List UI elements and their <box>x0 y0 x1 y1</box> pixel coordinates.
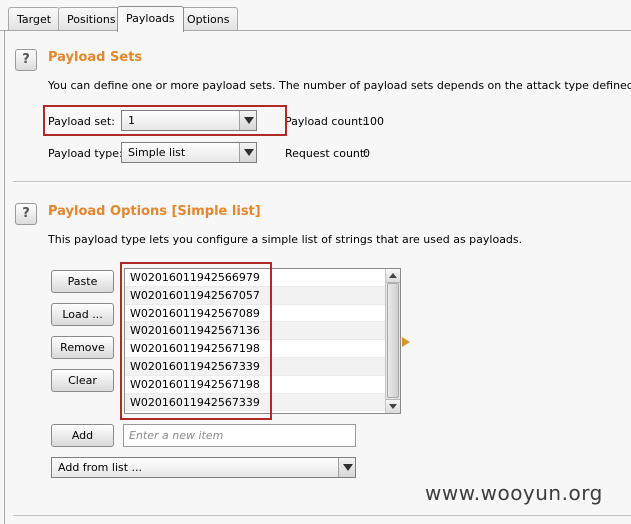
new-item-input[interactable]: Enter a new item <box>123 424 356 447</box>
payloads-panel: ? Payload Sets You can define one or mor… <box>4 31 631 524</box>
payload-set-select[interactable]: 1 <box>121 110 257 131</box>
load-button[interactable]: Load ... <box>51 303 114 326</box>
request-count-value: 0 <box>363 147 370 160</box>
payload-count-value: 100 <box>363 115 384 128</box>
tab-options[interactable]: Options <box>178 7 239 31</box>
tab-target[interactable]: Target <box>8 7 61 31</box>
add-from-list-value: Add from list ... <box>58 461 143 474</box>
chevron-down-icon <box>239 111 256 130</box>
payload-count-label: Payload count: <box>285 115 367 128</box>
add-button[interactable]: Add <box>51 424 114 447</box>
list-item[interactable]: W02016011942567198 <box>125 340 400 358</box>
help-icon[interactable]: ? <box>15 203 37 225</box>
list-item[interactable]: W02016011942567198 <box>125 376 400 394</box>
payload-sets-title: Payload Sets <box>48 50 143 65</box>
payload-sets-description: You can define one or more payload sets.… <box>48 79 631 92</box>
chevron-down-icon <box>338 458 355 477</box>
scroll-up-icon[interactable] <box>386 269 400 283</box>
tab-bar: Target Positions Payloads Options <box>0 0 631 32</box>
tab-payloads[interactable]: Payloads <box>117 6 184 32</box>
request-count-label: Request count: <box>285 147 368 160</box>
payload-options-description: This payload type lets you configure a s… <box>48 233 523 246</box>
add-from-list-select[interactable]: Add from list ... <box>51 457 356 478</box>
paste-button[interactable]: Paste <box>51 270 114 293</box>
list-item[interactable]: W02016011942567057 <box>125 286 400 305</box>
scroll-down-icon[interactable] <box>386 399 400 413</box>
list-item[interactable]: W02016011942567339 <box>125 357 400 376</box>
list-item[interactable]: W02016011942566979 <box>125 269 400 287</box>
payload-type-value: Simple list <box>128 146 186 159</box>
clear-button[interactable]: Clear <box>51 369 114 392</box>
help-icon[interactable]: ? <box>15 49 37 71</box>
list-item[interactable]: W02016011942567089 <box>125 305 400 323</box>
payload-type-label: Payload type: <box>48 147 123 160</box>
payload-type-select[interactable]: Simple list <box>121 142 257 163</box>
section-divider <box>13 515 631 516</box>
chevron-down-icon <box>239 143 256 162</box>
scroll-thumb[interactable] <box>387 283 399 398</box>
section-divider-shadow <box>13 182 631 183</box>
payload-set-value: 1 <box>128 114 135 127</box>
payload-options-title: Payload Options [Simple list] <box>48 204 261 219</box>
payload-list[interactable]: W02016011942566979 W02016011942567057 W0… <box>124 268 401 414</box>
list-item[interactable]: W02016011942567136 <box>125 322 400 341</box>
expand-arrow-icon[interactable] <box>402 337 410 347</box>
payload-set-label: Payload set: <box>48 115 115 128</box>
list-item[interactable]: W02016011942567339 <box>125 393 400 412</box>
watermark-text: www.wooyun.org <box>425 481 603 505</box>
payload-list-scrollbar[interactable] <box>385 269 400 413</box>
remove-button[interactable]: Remove <box>51 336 114 359</box>
tab-positions[interactable]: Positions <box>58 7 125 31</box>
